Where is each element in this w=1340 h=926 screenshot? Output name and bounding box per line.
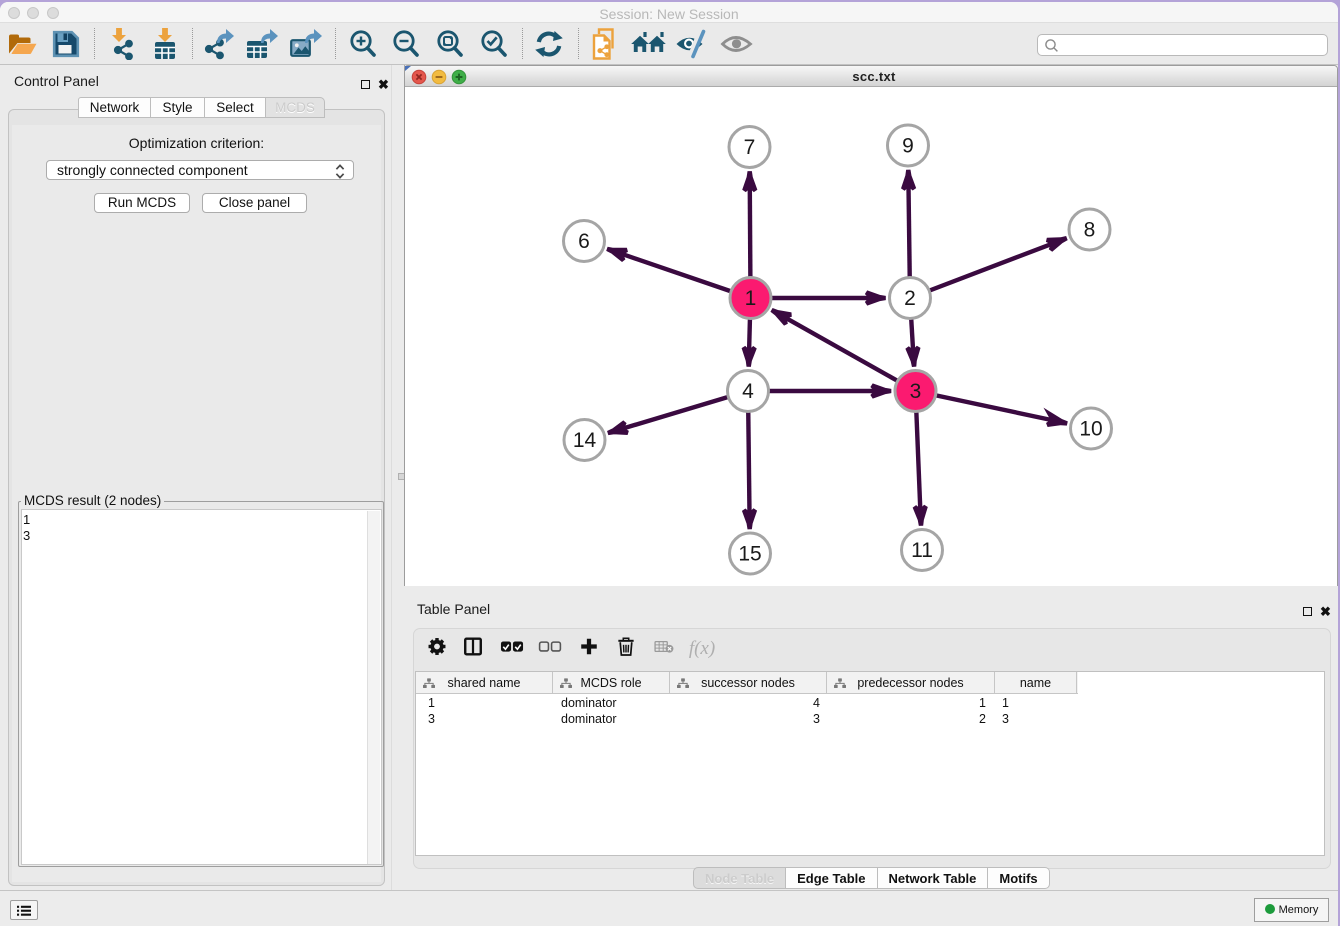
svg-text:1: 1 bbox=[745, 287, 757, 310]
svg-text:14: 14 bbox=[573, 429, 597, 452]
svg-text:3: 3 bbox=[910, 380, 922, 403]
svg-text:2: 2 bbox=[904, 287, 916, 310]
svg-text:7: 7 bbox=[744, 136, 756, 159]
svg-text:11: 11 bbox=[911, 539, 933, 562]
svg-text:9: 9 bbox=[902, 135, 914, 158]
svg-text:15: 15 bbox=[738, 543, 761, 566]
svg-text:8: 8 bbox=[1084, 219, 1096, 242]
svg-text:10: 10 bbox=[1079, 418, 1102, 441]
svg-text:4: 4 bbox=[742, 380, 754, 403]
svg-text:6: 6 bbox=[578, 230, 590, 253]
